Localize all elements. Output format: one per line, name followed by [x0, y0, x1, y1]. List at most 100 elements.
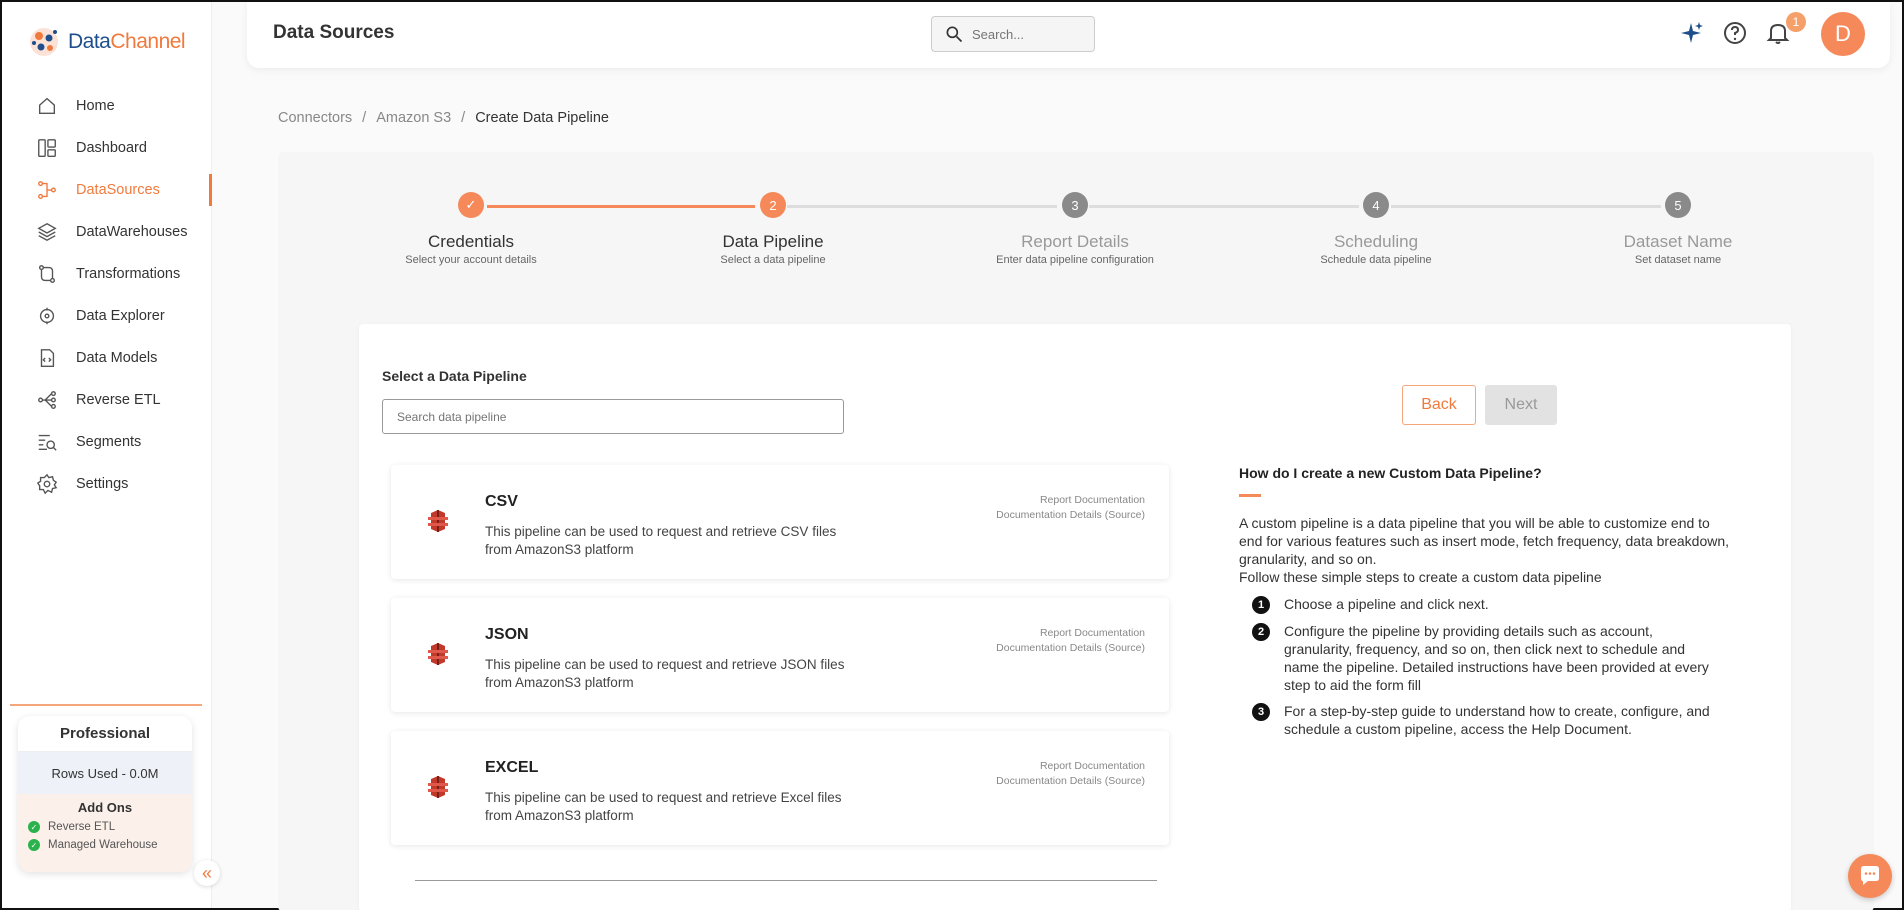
- report-documentation-link[interactable]: Report Documentation: [996, 759, 1145, 774]
- help-steps: 1 Choose a pipeline and click next. 2 Co…: [1252, 595, 1722, 746]
- help-button[interactable]: [1722, 20, 1748, 46]
- step-report-details: 3 Report Details Enter data pipeline con…: [965, 192, 1185, 266]
- sidebar-item-home[interactable]: Home: [2, 85, 212, 127]
- help-step: 2 Configure the pipeline by providing de…: [1252, 622, 1722, 694]
- pipeline-card-excel[interactable]: EXCEL This pipeline can be used to reque…: [391, 731, 1169, 845]
- help-title: How do I create a new Custom Data Pipeli…: [1239, 465, 1542, 481]
- step-subtitle: Schedule data pipeline: [1320, 254, 1432, 266]
- sidebar-item-dashboard[interactable]: Dashboard: [2, 127, 212, 169]
- amazon-s3-icon: [428, 643, 448, 665]
- addon-item: ✓ Reverse ETL: [18, 821, 192, 833]
- step-dataset-name: 5 Dataset Name Set dataset name: [1568, 192, 1788, 266]
- search-input[interactable]: [972, 26, 1082, 42]
- collapse-sidebar-button[interactable]: «: [194, 860, 220, 886]
- step-number: 2: [760, 192, 786, 218]
- page-title: Data Sources: [273, 22, 395, 43]
- breadcrumb: Connectors / Amazon S3 / Create Data Pip…: [278, 110, 609, 126]
- sidebar-item-reverse-etl[interactable]: Reverse ETL: [2, 379, 212, 421]
- pipeline-links: Report Documentation Documentation Detai…: [996, 759, 1145, 789]
- step-data-pipeline[interactable]: 2 Data Pipeline Select a data pipeline: [663, 192, 883, 266]
- logo[interactable]: DataChannel: [26, 24, 186, 60]
- plan-divider: [10, 704, 202, 706]
- amazon-s3-icon: [428, 510, 448, 532]
- transformations-icon: [38, 265, 56, 283]
- step-title: Dataset Name: [1623, 232, 1733, 251]
- chat-button[interactable]: [1848, 854, 1892, 898]
- step-title: Scheduling: [1333, 232, 1419, 251]
- explorer-icon: [39, 307, 55, 325]
- sidebar-item-data-models[interactable]: Data Models: [2, 337, 212, 379]
- addon-label: Reverse ETL: [48, 821, 116, 833]
- pipeline-links: Report Documentation Documentation Detai…: [996, 493, 1145, 523]
- help-step-text: Configure the pipeline by providing deta…: [1284, 623, 1709, 693]
- addons-title: Add Ons: [77, 800, 133, 815]
- sidebar-item-settings[interactable]: Settings: [2, 463, 212, 505]
- top-header: Data Sources 1 D: [247, 2, 1890, 68]
- breadcrumb-current: Create Data Pipeline: [475, 110, 609, 126]
- dashboard-icon: [38, 139, 56, 157]
- report-documentation-link[interactable]: Report Documentation: [996, 493, 1145, 508]
- addon-label: Managed Warehouse: [48, 839, 158, 851]
- addon-item: ✓ Managed Warehouse: [18, 839, 192, 851]
- list-divider: [415, 880, 1157, 881]
- step-title: Credentials: [428, 232, 514, 251]
- models-icon: [40, 349, 55, 367]
- sidebar-item-transformations[interactable]: Transformations: [2, 253, 212, 295]
- step-title: Report Details: [1021, 232, 1129, 251]
- step-number: 5: [1665, 192, 1691, 218]
- help-circle-icon: [1724, 22, 1746, 44]
- pipeline-name: EXCEL: [485, 759, 539, 776]
- step-number-badge: 1: [1252, 596, 1270, 614]
- sidebar-item-datawarehouses[interactable]: DataWarehouses: [2, 211, 212, 253]
- help-step: 1 Choose a pipeline and click next.: [1252, 595, 1722, 614]
- pipeline-search-input[interactable]: [382, 399, 844, 434]
- help-paragraph-text: Follow these simple steps to create a cu…: [1239, 569, 1602, 585]
- sidebar-item-label: Segments: [76, 434, 142, 450]
- pipeline-description: This pipeline can be used to request and…: [485, 524, 837, 557]
- sidebar-item-label: Data Explorer: [76, 308, 165, 324]
- notification-badge: 1: [1786, 12, 1806, 32]
- sidebar-item-data-explorer[interactable]: Data Explorer: [2, 295, 212, 337]
- breadcrumb-separator: /: [362, 110, 367, 126]
- back-button[interactable]: Back: [1402, 385, 1476, 425]
- sidebar-item-label: Transformations: [76, 266, 181, 282]
- gear-icon: [36, 473, 58, 495]
- ai-sparkle-button[interactable]: [1678, 20, 1704, 46]
- step-subtitle: Enter data pipeline configuration: [996, 254, 1154, 266]
- help-paragraph: A custom pipeline is a data pipeline tha…: [1239, 514, 1729, 586]
- documentation-details-link[interactable]: Documentation Details (Source): [996, 774, 1145, 789]
- double-chevron-left-icon: «: [201, 862, 212, 883]
- addons-section: Add Ons ✓ Reverse ETL ✓ Managed Warehous…: [18, 794, 192, 872]
- help-step-text: Choose a pipeline and click next.: [1284, 596, 1489, 612]
- search-icon: [946, 26, 963, 43]
- sidebar-nav: Home Dashboard DataSources DataWarehouse…: [2, 85, 212, 505]
- step-number-badge: 3: [1252, 703, 1270, 721]
- plan-name: Professional: [18, 716, 192, 752]
- report-documentation-link[interactable]: Report Documentation: [996, 626, 1145, 641]
- breadcrumb-connectors[interactable]: Connectors: [278, 110, 352, 126]
- avatar[interactable]: D: [1821, 12, 1865, 56]
- documentation-details-link[interactable]: Documentation Details (Source): [996, 508, 1145, 523]
- pipeline-card-json[interactable]: JSON This pipeline can be used to reques…: [391, 598, 1169, 712]
- sidebar-item-segments[interactable]: Segments: [2, 421, 212, 463]
- step-number: 3: [1062, 192, 1088, 218]
- datachannel-logo-icon: [30, 28, 58, 56]
- logo-text: DataChannel: [68, 30, 186, 53]
- sidebar-item-label: Reverse ETL: [76, 392, 161, 408]
- documentation-details-link[interactable]: Documentation Details (Source): [996, 641, 1145, 656]
- global-search[interactable]: [931, 16, 1095, 52]
- help-paragraph-text: A custom pipeline is a data pipeline tha…: [1239, 515, 1730, 567]
- pipeline-description: This pipeline can be used to request and…: [485, 657, 845, 690]
- plan-card: Professional Rows Used - 0.0M Add Ons ✓ …: [18, 716, 192, 872]
- pipeline-name: CSV: [485, 493, 518, 510]
- pipeline-card-csv[interactable]: CSV This pipeline can be used to request…: [391, 465, 1169, 579]
- sidebar-item-label: Data Models: [76, 350, 158, 366]
- breadcrumb-separator: /: [461, 110, 466, 126]
- segments-icon: [38, 434, 57, 451]
- breadcrumb-amazon-s3[interactable]: Amazon S3: [376, 110, 451, 126]
- next-button[interactable]: Next: [1485, 385, 1557, 425]
- sidebar-item-datasources[interactable]: DataSources: [2, 169, 212, 211]
- step-credentials[interactable]: ✓ Credentials Select your account detail…: [361, 192, 581, 266]
- sidebar: DataChannel Home Dashboard DataSources D…: [2, 2, 212, 908]
- rows-used: Rows Used - 0.0M: [18, 752, 192, 794]
